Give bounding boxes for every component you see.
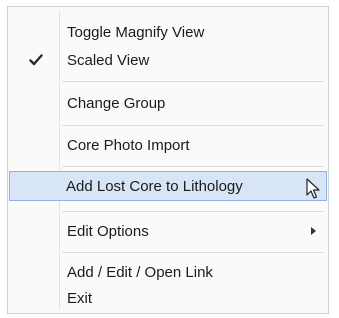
menu-item-label: Change Group xyxy=(67,94,166,112)
menu-item-add-lost-core-to-lithology[interactable]: Add Lost Core to Lithology xyxy=(9,171,327,201)
menu-item-label: Toggle Magnify View xyxy=(67,23,205,41)
menu-item-scaled-view[interactable]: Scaled View xyxy=(10,47,326,73)
menu-separator xyxy=(62,211,324,212)
menu-item-edit-options[interactable]: Edit Options xyxy=(10,217,326,245)
menu-item-core-photo-import[interactable]: Core Photo Import xyxy=(10,131,326,159)
menu-item-label: Edit Options xyxy=(67,222,149,240)
menu-item-toggle-magnify-view[interactable]: Toggle Magnify View xyxy=(10,19,326,45)
check-icon xyxy=(24,47,48,73)
menu-separator xyxy=(62,81,324,82)
menu-separator xyxy=(62,252,324,253)
context-menu: Toggle Magnify View Scaled View Change G… xyxy=(7,6,329,314)
mouse-pointer-icon xyxy=(306,178,320,200)
menu-item-label: Core Photo Import xyxy=(67,136,190,154)
menu-item-label: Add / Edit / Open Link xyxy=(67,263,213,281)
menu-item-label: Add Lost Core to Lithology xyxy=(66,177,243,195)
submenu-arrow-icon xyxy=(311,217,316,245)
menu-item-exit[interactable]: Exit xyxy=(10,286,326,310)
menu-item-label: Exit xyxy=(67,289,93,307)
menu-item-label: Scaled View xyxy=(67,51,150,69)
menu-item-add-edit-open-link[interactable]: Add / Edit / Open Link xyxy=(10,259,326,285)
menu-item-change-group[interactable]: Change Group xyxy=(10,89,326,117)
menu-separator xyxy=(62,166,324,167)
menu-separator xyxy=(62,125,324,126)
